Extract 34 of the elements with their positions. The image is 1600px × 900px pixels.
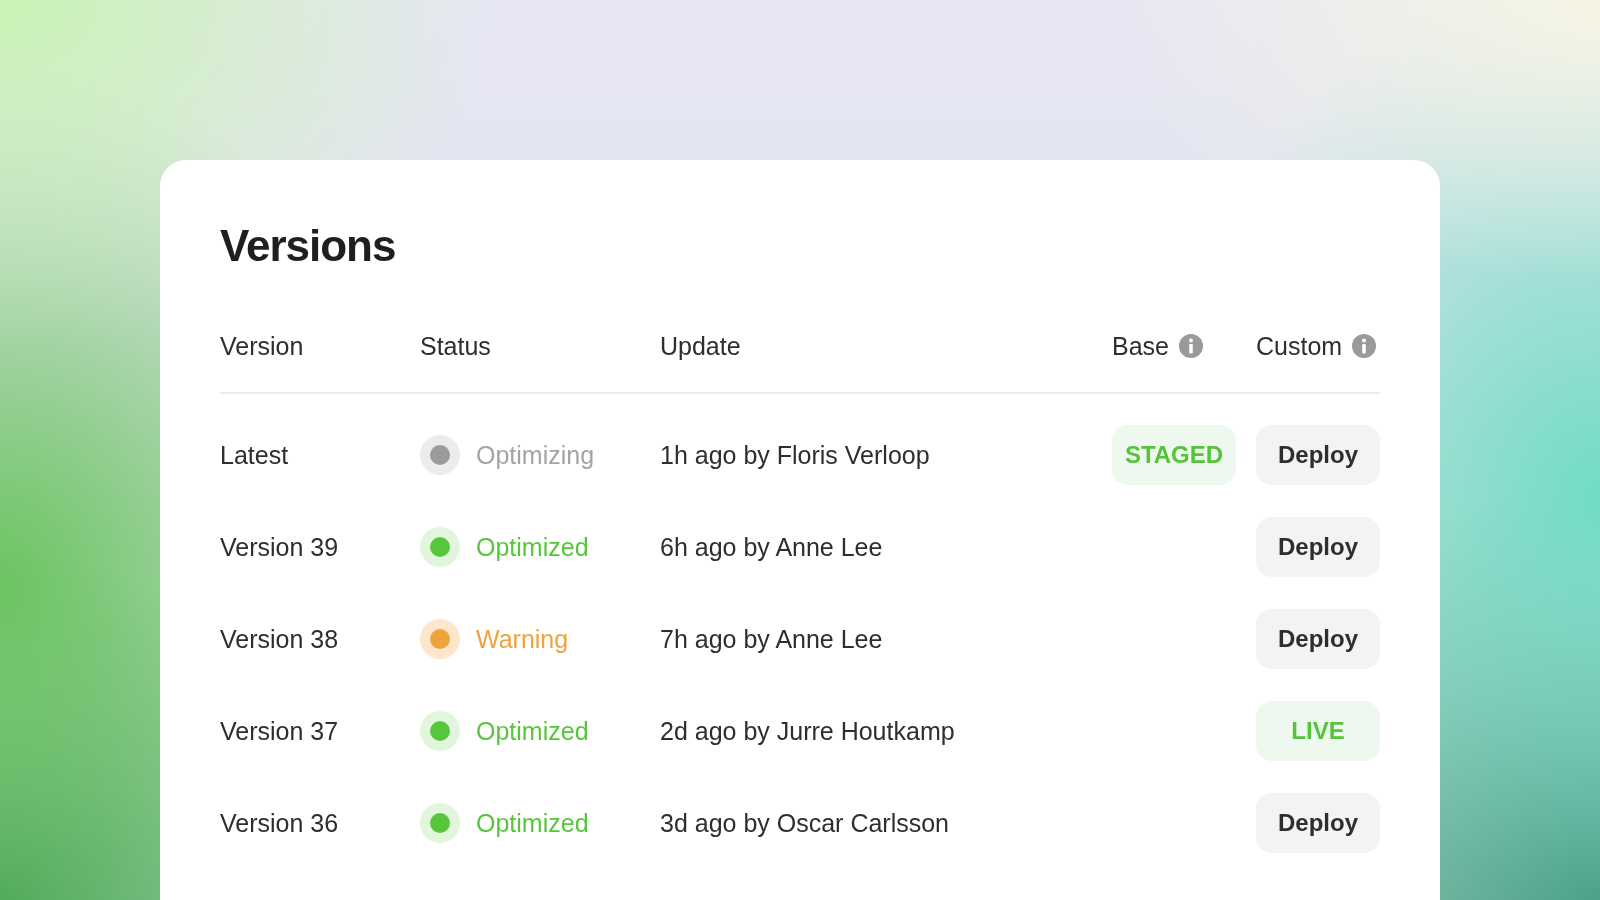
status-label: Optimized [476, 532, 589, 562]
info-icon[interactable] [1352, 334, 1377, 358]
update-text: 2d ago by Jurre Houtkamp [660, 716, 955, 746]
status-label: Warning [476, 624, 569, 654]
status-dot-icon [420, 803, 460, 843]
status-dot-icon [420, 527, 460, 567]
update-text: 1h ago by Floris Verloop [660, 440, 930, 470]
version-name: Version 39 [220, 532, 339, 562]
version-name: Version 38 [220, 624, 339, 654]
column-header: Update [660, 331, 741, 361]
release-badge: LIVE [1256, 701, 1380, 761]
column-header: Custom [1256, 331, 1343, 361]
status-label: Optimized [476, 808, 589, 838]
release-badge: STAGED [1112, 425, 1236, 485]
update-text: 6h ago by Anne Lee [660, 532, 883, 562]
info-icon[interactable] [1179, 334, 1203, 358]
version-name: Version 36 [220, 808, 339, 838]
status-dot-icon [420, 435, 460, 475]
deploy-button[interactable]: Deploy [1256, 425, 1380, 485]
status-label: Optimizing [476, 440, 595, 470]
deploy-button[interactable]: Deploy [1256, 793, 1380, 853]
update-text: 7h ago by Anne Lee [660, 624, 883, 654]
deploy-button[interactable]: Deploy [1256, 517, 1380, 577]
status-dot-icon [420, 619, 460, 659]
page-title: Versions [220, 220, 396, 272]
version-name: Version 37 [220, 716, 339, 746]
status-label: Optimized [476, 716, 589, 746]
column-header: Base [1112, 331, 1169, 361]
column-header: Version [220, 331, 304, 361]
version-name: Latest [220, 440, 289, 470]
status-dot-icon [420, 711, 460, 751]
deploy-button[interactable]: Deploy [1256, 609, 1380, 669]
update-text: 3d ago by Oscar Carlsson [660, 808, 950, 838]
column-header: Status [420, 331, 491, 361]
